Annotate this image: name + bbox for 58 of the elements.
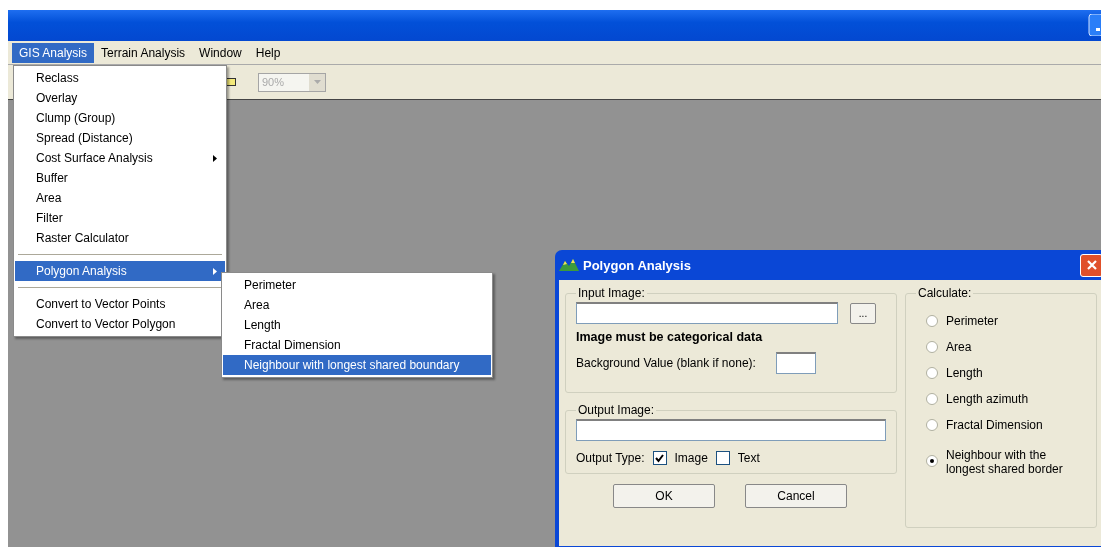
menu-item[interactable]: Area [223,295,491,315]
radio-label: Neighbour with the longest shared border [946,448,1064,476]
radio-button[interactable] [926,341,938,353]
input-image-field[interactable] [576,302,838,324]
group-label: Calculate: [917,286,973,300]
menu-item[interactable]: Convert to Vector Points [15,294,225,314]
menu-item[interactable]: Spread (Distance) [15,128,225,148]
dialog-title: Polygon Analysis [583,257,691,273]
background-value-field[interactable] [775,352,816,374]
menu-item[interactable]: Overlay [15,88,225,108]
menu-item[interactable]: Perimeter [223,275,491,295]
output-image-field[interactable] [576,419,886,441]
mountain-icon [559,258,579,272]
browse-button[interactable]: ... [850,302,876,324]
output-type-label: Output Type: [576,451,645,465]
close-icon [1086,260,1097,270]
radio-button[interactable] [926,455,938,467]
close-button[interactable] [1080,253,1101,277]
dropdown-arrow-icon [313,80,321,84]
cancel-button[interactable]: Cancel [745,484,847,508]
group-label: Input Image: [577,286,646,300]
checkbox[interactable] [652,451,667,465]
menu-item[interactable]: GIS Analysis [12,42,95,63]
menu-item[interactable]: Convert to Vector Polygon [15,314,225,334]
menu-item[interactable]: Length [223,315,491,335]
radio-button[interactable] [926,367,938,379]
menu-item[interactable]: Help [248,42,288,63]
window-button-icon[interactable] [1088,14,1101,36]
background-value-label: Background Value (blank if none): [576,356,756,370]
menu-item[interactable]: Raster Calculator [15,228,225,248]
ok-button[interactable]: OK [613,484,715,508]
checkbox-label: Text [737,451,760,465]
menu-item[interactable]: Clump (Group) [15,108,225,128]
menu-item[interactable]: Terrain Analysis [94,42,193,63]
menu-item[interactable]: Reclass [15,68,225,88]
menu-item[interactable]: Neighbour with longest shared boundary [223,355,491,375]
menu-item[interactable]: Buffer [15,168,225,188]
toolbar-icon[interactable] [226,78,236,86]
submenu-arrow-icon [213,154,217,162]
radio-label: Length [946,366,984,380]
menu-item[interactable]: Area [15,188,225,208]
radio-button[interactable] [926,315,938,327]
checkbox[interactable] [715,451,730,465]
radio-label: Perimeter [946,314,999,328]
categorical-note: Image must be categorical data [576,330,764,344]
menu-item[interactable]: Polygon Analysis [15,261,225,281]
checkbox-label: Image [674,451,708,465]
radio-button[interactable] [926,393,938,405]
menu-item[interactable]: Window [192,42,249,63]
menu-item[interactable]: Fractal Dimension [223,335,491,355]
radio-label: Length azimuth [946,392,1030,406]
menu-item[interactable]: Filter [15,208,225,228]
submenu-arrow-icon [213,267,217,275]
radio-label: Fractal Dimension [946,418,1044,432]
group-label: Output Image: [577,403,656,417]
radio-button[interactable] [926,419,938,431]
menu-item[interactable]: Cost Surface Analysis [15,148,225,168]
radio-label: Area [946,340,973,354]
